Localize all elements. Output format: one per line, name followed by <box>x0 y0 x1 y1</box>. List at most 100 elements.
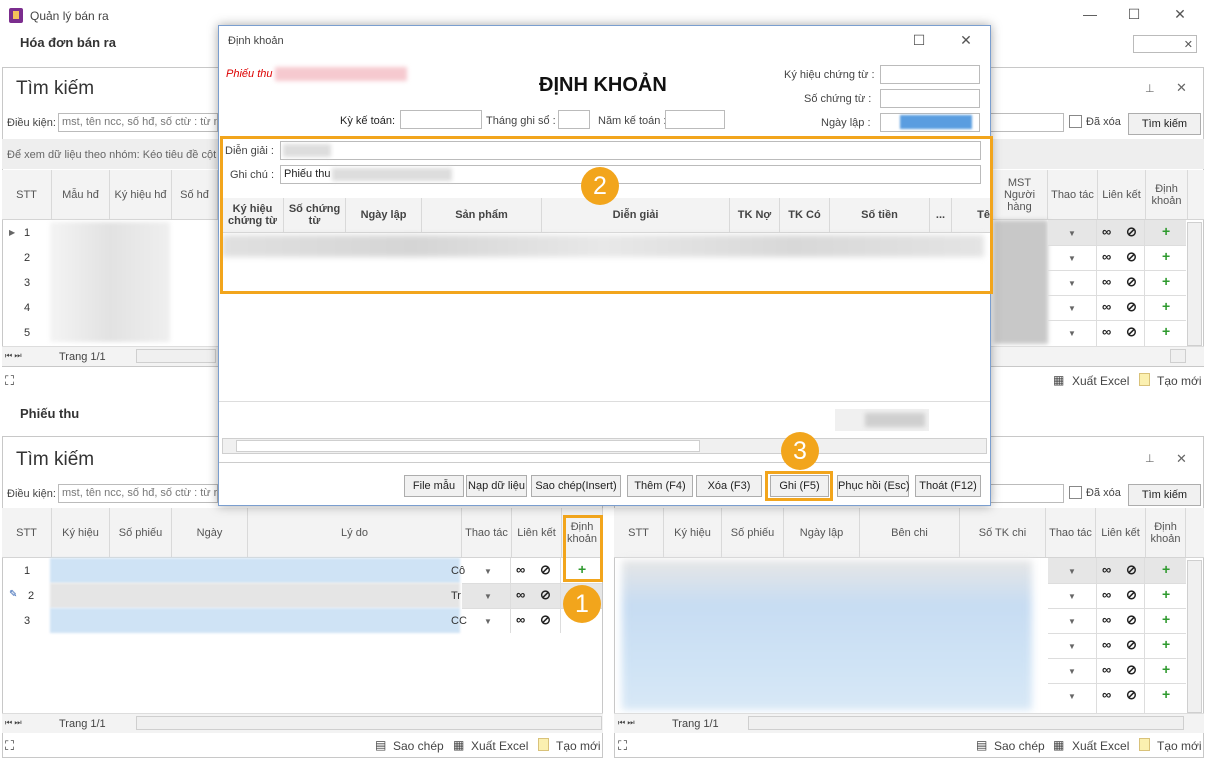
export-excel-button[interactable]: Xuất Excel <box>1072 374 1129 388</box>
link-icon[interactable]: ∞ <box>1102 637 1111 652</box>
link-icon[interactable]: ∞ <box>1102 249 1111 264</box>
col-ben-chi[interactable]: Bên chi <box>860 508 960 557</box>
dropdown-icon[interactable]: ▼ <box>1068 229 1076 238</box>
unlink-icon[interactable]: ⊘ <box>1126 299 1137 315</box>
col-thao-tac[interactable]: Thao tác <box>1048 170 1098 219</box>
section-close-button[interactable]: ✕ <box>1133 35 1197 53</box>
dropdown-icon[interactable]: ▼ <box>1068 304 1076 313</box>
add-entry-icon[interactable]: + <box>1162 223 1170 239</box>
create-new-button[interactable]: Tạo mới <box>1157 739 1202 753</box>
maximize-button[interactable]: ☐ <box>1124 6 1144 23</box>
link-icon[interactable]: ∞ <box>1102 662 1111 677</box>
search-input-right[interactable] <box>990 484 1064 503</box>
deleted-checkbox[interactable] <box>1069 115 1082 128</box>
minimize-button[interactable]: — <box>1080 6 1100 22</box>
search-button[interactable]: Tìm kiếm <box>1128 484 1201 506</box>
dropdown-icon[interactable]: ▼ <box>484 617 492 626</box>
col-so-phieu[interactable]: Số phiếu <box>722 508 784 557</box>
dropdown-icon[interactable]: ▼ <box>1068 667 1076 676</box>
add-entry-icon[interactable]: + <box>1162 586 1170 602</box>
add-entry-icon[interactable]: + <box>1162 298 1170 314</box>
close-icon[interactable]: ✕ <box>1176 451 1187 467</box>
col-lien-ket[interactable]: Liên kết <box>1098 170 1146 219</box>
unlink-icon[interactable]: ⊘ <box>1126 687 1137 703</box>
ky-hieu-input[interactable] <box>880 65 980 84</box>
export-excel-button[interactable]: Xuất Excel <box>471 739 528 753</box>
nam-ke-toan-input[interactable] <box>665 110 725 129</box>
unlink-icon[interactable]: ⊘ <box>1126 224 1137 240</box>
col-ngay[interactable]: Ngày <box>172 508 248 557</box>
dropdown-icon[interactable]: ▼ <box>1068 642 1076 651</box>
unlink-icon[interactable]: ⊘ <box>1126 562 1137 578</box>
col-mst[interactable]: MST Người hàng <box>992 170 1048 219</box>
search-input[interactable]: mst, tên ncc, số hđ, số ctừ : từ r <box>58 484 218 503</box>
copy-button[interactable]: Sao chép <box>994 739 1045 753</box>
col-ky-hieu[interactable]: Ký hiệu <box>52 508 110 557</box>
phuc-hoi-button[interactable]: Phục hồi (Esc) <box>837 475 910 497</box>
col-ly-do[interactable]: Lý do <box>248 508 462 557</box>
ky-ke-toan-input[interactable] <box>400 110 482 129</box>
dropdown-icon[interactable]: ▼ <box>1068 592 1076 601</box>
unlink-icon[interactable]: ⊘ <box>1126 249 1137 265</box>
thang-ghi-so-input[interactable] <box>558 110 590 129</box>
unlink-icon[interactable]: ⊘ <box>1126 637 1137 653</box>
link-icon[interactable]: ∞ <box>1102 587 1111 602</box>
dialog-maximize-button[interactable]: ☐ <box>909 32 929 49</box>
scrollbar-thumb[interactable] <box>236 440 700 452</box>
add-entry-icon[interactable]: + <box>1162 611 1170 627</box>
table-row[interactable] <box>50 558 460 583</box>
copy-button[interactable]: Sao chép <box>393 739 444 753</box>
unlink-icon[interactable]: ⊘ <box>1126 274 1137 290</box>
link-icon[interactable]: ∞ <box>1102 612 1111 627</box>
dropdown-icon[interactable]: ▼ <box>1068 254 1076 263</box>
col-lien-ket[interactable]: Liên kết <box>1096 508 1146 557</box>
table-row[interactable] <box>50 608 460 633</box>
col-thao-tac[interactable]: Thao tác <box>1046 508 1096 557</box>
create-new-button[interactable]: Tạo mới <box>556 739 601 753</box>
expand-icon[interactable]: ⛶ <box>5 738 14 754</box>
search-input-right[interactable] <box>990 113 1064 132</box>
col-ngay-lap[interactable]: Ngày lập <box>784 508 860 557</box>
expand-icon[interactable]: ⛶ <box>618 738 627 754</box>
add-entry-icon[interactable]: + <box>1162 636 1170 652</box>
link-icon[interactable]: ∞ <box>1102 224 1111 239</box>
col-so-tk-chi[interactable]: Số TK chi <box>960 508 1046 557</box>
vertical-scrollbar[interactable] <box>1187 560 1202 713</box>
col-lien-ket[interactable]: Liên kết <box>512 508 562 557</box>
search-input[interactable]: mst, tên ncc, số hđ, số ctừ : từ n <box>58 113 218 132</box>
so-chung-tu-input[interactable] <box>880 89 980 108</box>
close-window-button[interactable]: ✕ <box>1170 6 1190 23</box>
link-icon[interactable]: ∞ <box>1102 687 1111 702</box>
col-stt[interactable]: STT <box>2 508 52 557</box>
unlink-icon[interactable]: ⊘ <box>1126 587 1137 603</box>
link-icon[interactable]: ∞ <box>1102 324 1111 339</box>
table-row[interactable] <box>50 583 460 608</box>
pager-nav-icon[interactable]: ⏮ ⏭ <box>5 718 22 728</box>
dropdown-icon[interactable]: ▼ <box>484 592 492 601</box>
link-icon[interactable]: ∞ <box>1102 274 1111 289</box>
dropdown-icon[interactable]: ▼ <box>1068 617 1076 626</box>
col-dinh-khoan[interactable]: Định khoản <box>1146 170 1188 219</box>
col-ky-hieu-hd[interactable]: Ký hiệu hđ <box>110 170 172 219</box>
link-icon[interactable]: ∞ <box>516 587 525 602</box>
unlink-icon[interactable]: ⊘ <box>540 562 551 578</box>
horizontal-scrollbar[interactable] <box>136 716 602 730</box>
dropdown-icon[interactable]: ▼ <box>1068 279 1076 288</box>
col-thao-tac[interactable]: Thao tác <box>462 508 512 557</box>
unlink-icon[interactable]: ⊘ <box>540 587 551 603</box>
dropdown-icon[interactable]: ▼ <box>484 567 492 576</box>
col-so-hd[interactable]: Số hđ <box>172 170 218 219</box>
nap-du-lieu-button[interactable]: Nạp dữ liệu <box>466 475 527 497</box>
thoat-button[interactable]: Thoát (F12) <box>915 475 981 497</box>
vertical-scrollbar[interactable] <box>1187 222 1202 346</box>
pin-icon[interactable]: ⊥ <box>1145 452 1155 465</box>
export-excel-button[interactable]: Xuất Excel <box>1072 739 1129 753</box>
col-dinh-khoan[interactable]: Định khoản <box>1146 508 1186 557</box>
search-button[interactable]: Tìm kiếm <box>1128 113 1201 135</box>
dropdown-icon[interactable]: ▼ <box>1068 567 1076 576</box>
add-entry-icon[interactable]: + <box>1162 686 1170 702</box>
deleted-checkbox[interactable] <box>1069 486 1082 499</box>
unlink-icon[interactable]: ⊘ <box>540 612 551 628</box>
link-icon[interactable]: ∞ <box>516 612 525 627</box>
unlink-icon[interactable]: ⊘ <box>1126 324 1137 340</box>
